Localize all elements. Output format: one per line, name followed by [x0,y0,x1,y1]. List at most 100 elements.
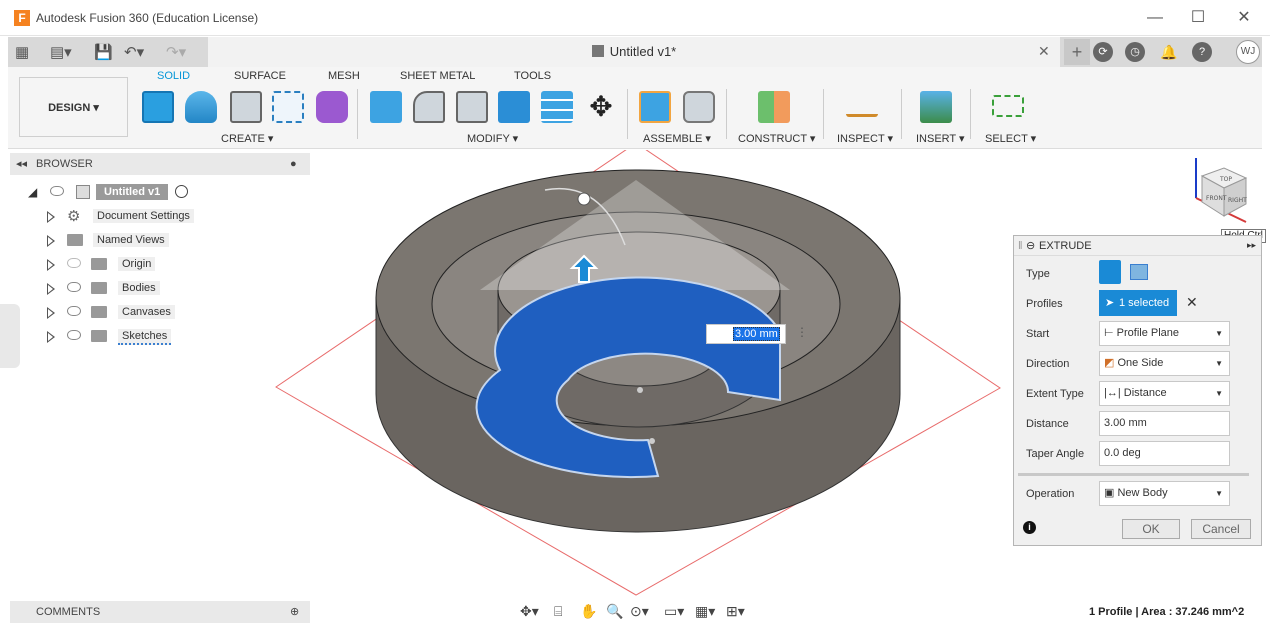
browser-item-bodies[interactable]: Bodies [47,279,207,299]
expand-dialog-icon[interactable]: ▸▸ [1247,240,1256,251]
combine-icon[interactable] [498,91,530,123]
visibility-eye-icon[interactable] [67,282,81,292]
expand-arrow-icon[interactable] [47,211,55,223]
activate-radio-icon[interactable] [175,185,188,198]
tab-solid[interactable]: SOLID [157,70,190,82]
tab-tools[interactable]: TOOLS [514,70,551,82]
browser-item-named-views[interactable]: Named Views [47,231,207,251]
extrude-tool-icon[interactable] [142,91,174,123]
start-select[interactable]: ⊢ Profile Plane ▼ [1099,321,1230,346]
close-window-button[interactable]: ✕ [1229,6,1259,30]
save-icon[interactable]: 💾 [94,43,113,61]
browser-pin-icon[interactable]: ● [290,158,297,170]
select-menu[interactable]: SELECT ▾ [985,132,1036,145]
info-icon[interactable]: i [1023,521,1036,534]
select-window-icon[interactable] [992,95,1024,117]
move-copy-icon[interactable]: ✥ [585,91,617,123]
expand-arrow-icon[interactable] [47,283,55,295]
browser-item-document-settings[interactable]: ⚙ Document Settings [47,207,207,227]
insert-menu[interactable]: INSERT ▾ [916,132,965,145]
press-pull-icon[interactable] [370,91,402,123]
redo-icon[interactable]: ↷▾ [166,43,186,61]
insert-image-icon[interactable] [920,91,952,123]
rotation-handle[interactable] [577,192,591,206]
fit-icon[interactable]: ⊙▾ [630,603,649,620]
close-tab-icon[interactable]: ✕ [1038,43,1050,60]
cancel-button[interactable]: Cancel [1191,519,1251,539]
visibility-eye-icon[interactable] [67,306,81,316]
minimize-button[interactable]: — [1140,6,1170,30]
construct-menu[interactable]: CONSTRUCT ▾ [738,132,815,145]
comments-panel[interactable]: COMMENTS ⊕ [10,601,310,623]
extent-type-select[interactable]: |↔| Distance ▼ [1099,381,1230,406]
inspect-menu[interactable]: INSPECT ▾ [837,132,893,145]
pattern-tool-icon[interactable] [272,91,304,123]
new-tab-plus-icon[interactable]: + [1064,39,1090,65]
expand-arrow-icon[interactable] [47,235,55,247]
collapse-triangle-icon[interactable]: ◢ [28,185,37,199]
hidden-eye-icon[interactable] [67,258,81,268]
distance-input[interactable]: 3.00 mm [1099,411,1230,436]
job-status-icon[interactable]: ◷ [1125,42,1145,62]
browser-root-row[interactable]: ◢ Untitled v1 [28,183,198,203]
viewcube[interactable]: TOP FRONT RIGHT [1186,154,1250,226]
dimension-more-icon[interactable]: ⋮ [796,325,808,339]
shell-icon[interactable] [456,91,488,123]
add-comment-icon[interactable]: ⊕ [290,605,299,618]
grid-settings-icon[interactable]: ▦▾ [695,603,715,620]
document-tab[interactable]: Untitled v1* [208,37,1060,67]
panel-collapse-grip[interactable] [0,304,20,368]
viewports-icon[interactable]: ⊞▾ [726,603,745,620]
modify-menu[interactable]: MODIFY ▾ [467,132,518,145]
undo-icon[interactable]: ↶▾ [124,43,144,61]
tab-mesh[interactable]: MESH [328,70,360,82]
expand-arrow-icon[interactable] [47,331,55,343]
dialog-grip-icon[interactable]: ‖ [1018,240,1023,252]
extrude-dialog-header[interactable]: ‖ ⊖ EXTRUDE ▸▸ [1014,236,1261,256]
maximize-button[interactable]: ☐ [1183,6,1213,30]
help-icon[interactable]: ? [1192,42,1212,62]
profiles-selection-button[interactable]: ➤ 1 selected [1099,290,1177,316]
taper-angle-input[interactable]: 0.0 deg [1099,441,1230,466]
orbit-icon[interactable]: ✥▾ [520,603,539,620]
collapse-arrows-icon[interactable]: ◂◂ [16,157,27,170]
split-body-icon[interactable] [541,91,573,123]
operation-select[interactable]: ▣ New Body ▼ [1099,481,1230,506]
visibility-eye-icon[interactable] [67,330,81,340]
new-component-icon[interactable] [639,91,671,123]
file-menu-icon[interactable]: ▤▾ [50,43,72,61]
look-at-icon[interactable]: ⌸ [554,603,562,620]
extrude-type-solid-icon[interactable] [1099,260,1121,284]
workspace-switcher[interactable]: DESIGN ▾ [19,77,128,137]
browser-item-canvases[interactable]: Canvases [47,303,207,323]
fillet-icon[interactable] [413,91,445,123]
distance-dimension-input[interactable]: 3.00 mm [706,324,786,344]
offset-plane-icon[interactable] [758,91,790,123]
extrude-type-thin-icon[interactable] [1130,264,1148,280]
notifications-bell-icon[interactable]: 🔔 [1159,42,1179,62]
assemble-menu[interactable]: ASSEMBLE ▾ [643,132,711,145]
create-form-icon[interactable] [316,91,348,123]
measure-icon[interactable] [846,99,878,117]
browser-item-sketches[interactable]: Sketches [47,327,207,347]
tab-sheet-metal[interactable]: SHEET METAL [400,70,475,82]
data-panel-grid-icon[interactable]: ▦ [15,43,29,61]
direction-select[interactable]: ◩ One Side ▼ [1099,351,1230,376]
hole-tool-icon[interactable] [230,91,262,123]
ok-button[interactable]: OK [1122,519,1180,539]
create-menu[interactable]: CREATE ▾ [221,132,273,145]
tab-surface[interactable]: SURFACE [234,70,286,82]
display-settings-icon[interactable]: ▭▾ [664,603,684,620]
user-avatar[interactable]: WJ [1236,40,1260,64]
expand-arrow-icon[interactable] [47,259,55,271]
clear-selection-icon[interactable]: ✕ [1186,294,1198,311]
revolve-tool-icon[interactable] [185,91,217,123]
browser-item-origin[interactable]: Origin [47,255,207,275]
expand-arrow-icon[interactable] [47,307,55,319]
browser-header[interactable]: ◂◂ BROWSER ● [10,153,310,175]
pan-hand-icon[interactable]: ✋ [580,603,597,620]
collapse-minus-icon[interactable]: ⊖ [1026,239,1035,252]
joint-icon[interactable] [683,91,715,123]
zoom-icon[interactable]: 🔍 [606,603,623,620]
extensions-icon[interactable]: ⟳ [1093,42,1113,62]
